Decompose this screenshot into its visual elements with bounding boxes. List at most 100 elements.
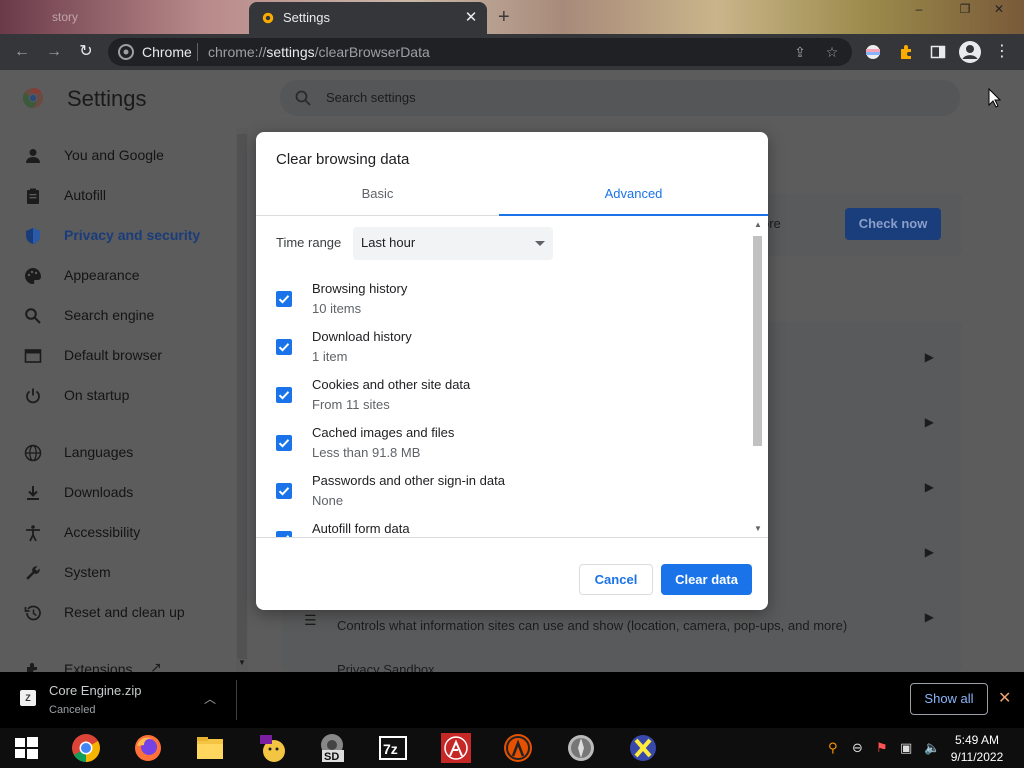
sidebar-item-label: System [64, 564, 111, 580]
chevron-right-icon[interactable]: ▶ [925, 610, 934, 624]
dialog-body: Time range Last hour Browsing history 10… [256, 216, 768, 538]
download-file-name[interactable]: Core Engine.zip [49, 683, 142, 698]
reload-icon[interactable]: ↻ [76, 42, 96, 62]
tab-history-label: story [52, 10, 79, 24]
maximize-icon[interactable]: ❐ [950, 0, 980, 18]
time-range-select[interactable]: Last hour [353, 227, 553, 260]
7zip-icon[interactable]: 7z [377, 732, 409, 764]
scroll-down-icon[interactable]: ▼ [238, 658, 246, 667]
chevron-right-icon[interactable]: ▶ [925, 480, 934, 494]
dialog-tabs: Basic Advanced [256, 176, 768, 216]
download-divider [236, 680, 237, 720]
puzzle-icon [27, 663, 37, 672]
cached-images-checkbox[interactable] [276, 435, 292, 451]
tab-advanced[interactable]: Advanced [499, 176, 768, 216]
cookies-checkbox[interactable] [276, 387, 292, 403]
clock-time[interactable]: 5:49 AM [952, 733, 1002, 747]
tray-flag-icon[interactable]: ⚑ [876, 740, 888, 756]
half-life-2-icon[interactable] [502, 732, 534, 764]
back-icon[interactable]: ← [12, 42, 32, 62]
windows-start-icon[interactable] [12, 734, 40, 762]
chevron-right-icon[interactable]: ▶ [925, 545, 934, 559]
chip-separator [197, 43, 198, 61]
menu-kebab-icon[interactable]: ⋮ [992, 42, 1012, 62]
extension-flag-icon[interactable] [865, 44, 881, 60]
dialog-title: Clear browsing data [276, 151, 410, 168]
option-subtitle: None [312, 493, 344, 508]
cancel-button[interactable]: Cancel [579, 564, 653, 595]
sidebar-item-system[interactable]: System [0, 555, 236, 591]
profile-avatar-icon[interactable] [959, 41, 981, 63]
tray-volume-icon[interactable]: 🔈 [924, 740, 940, 756]
check-now-button[interactable]: Check now [845, 208, 941, 240]
passwords-checkbox[interactable] [276, 483, 292, 499]
sidebar-item-you-and-google[interactable]: You and Google [0, 138, 236, 174]
autofill-checkbox[interactable] [276, 531, 292, 538]
dialog-scrollbar[interactable]: ▲ ▼ [752, 220, 764, 538]
chevron-up-icon[interactable]: ︿ [204, 690, 216, 707]
chevron-right-icon[interactable]: ▶ [925, 415, 934, 429]
search-settings-input[interactable]: Search settings [280, 80, 960, 116]
file-explorer-icon[interactable] [194, 732, 226, 764]
sidebar-item-downloads[interactable]: Downloads [0, 475, 236, 511]
show-all-button[interactable]: Show all [910, 683, 988, 715]
scrollbar-thumb[interactable] [753, 236, 762, 446]
extensions-puzzle-icon[interactable] [898, 44, 914, 60]
time-range-value: Last hour [361, 235, 416, 250]
download-history-checkbox[interactable] [276, 339, 292, 355]
svg-text:7z: 7z [383, 741, 398, 757]
half-life-icon[interactable] [440, 732, 472, 764]
sidebar-item-default-browser[interactable]: Default browser [0, 338, 236, 374]
sidebar-item-privacy-and-security[interactable]: Privacy and security [0, 218, 236, 254]
yahoo-messenger-icon[interactable] [256, 732, 288, 764]
address-bar[interactable]: Chrome chrome://settings/clearBrowserDat… [108, 38, 852, 66]
bookmark-star-icon[interactable]: ☆ [824, 44, 840, 60]
chevron-right-icon[interactable]: ▶ [925, 350, 934, 364]
compass-app-icon[interactable] [565, 732, 597, 764]
sidebar-scrollbar[interactable]: ▼ [236, 128, 248, 672]
site-settings-description: Controls what information sites can use … [337, 618, 848, 633]
forward-icon[interactable]: → [44, 42, 64, 62]
option-title: Autofill form data [312, 521, 410, 536]
tray-search-icon[interactable]: ⚲ [828, 740, 838, 756]
tab-history[interactable]: story [0, 0, 248, 34]
sidebar-item-reset-and-clean-up[interactable]: Reset and clean up [0, 595, 236, 631]
url-text: chrome://settings/clearBrowserData [208, 44, 430, 60]
sidebar-item-accessibility[interactable]: Accessibility [0, 515, 236, 551]
close-window-icon[interactable]: ✕ [984, 0, 1014, 18]
tray-network-icon[interactable]: ▣ [900, 740, 912, 756]
sidebar-item-extensions[interactable]: Extensions ↗ [0, 652, 236, 672]
tray-minus-icon[interactable]: ⊖ [852, 740, 863, 756]
share-icon[interactable]: ⇪ [792, 44, 808, 60]
scroll-up-icon[interactable]: ▲ [754, 220, 762, 229]
clock-date[interactable]: 9/11/2022 [950, 750, 1004, 764]
sidebar-item-appearance[interactable]: Appearance [0, 258, 236, 294]
sidebar-item-label: Autofill [64, 187, 107, 203]
browsing-history-checkbox[interactable] [276, 291, 292, 307]
clear-data-button[interactable]: Clear data [661, 564, 752, 595]
option-title: Passwords and other sign-in data [312, 473, 505, 488]
new-tab-icon[interactable]: + [498, 6, 510, 29]
sd-app-icon[interactable]: SD [316, 732, 348, 764]
close-download-bar-icon[interactable]: ✕ [998, 688, 1011, 708]
download-status: Canceled [49, 704, 96, 716]
wrench-icon [26, 566, 40, 580]
minimize-icon[interactable]: – [904, 0, 934, 18]
close-tab-icon[interactable]: ✕ [463, 8, 479, 26]
xming-icon[interactable] [627, 732, 659, 764]
sidebar-item-autofill[interactable]: Autofill [0, 178, 236, 214]
sidebar-item-on-startup[interactable]: On startup [0, 378, 236, 414]
restore-icon [24, 605, 41, 621]
scroll-down-icon[interactable]: ▼ [754, 524, 762, 533]
tab-basic[interactable]: Basic [256, 176, 499, 216]
sidebar-item-label: Default browser [64, 347, 163, 363]
sidebar-item-languages[interactable]: Languages [0, 435, 236, 471]
sidebar-item-search-engine[interactable]: Search engine [0, 298, 236, 334]
palette-icon [25, 268, 41, 284]
settings-gear-icon [262, 12, 274, 24]
browser-icon [24, 349, 42, 363]
tab-settings[interactable]: Settings ✕ [249, 2, 487, 34]
side-panel-icon[interactable] [930, 44, 946, 60]
chrome-taskbar-icon[interactable] [70, 732, 102, 764]
firefox-taskbar-icon[interactable] [132, 732, 164, 764]
